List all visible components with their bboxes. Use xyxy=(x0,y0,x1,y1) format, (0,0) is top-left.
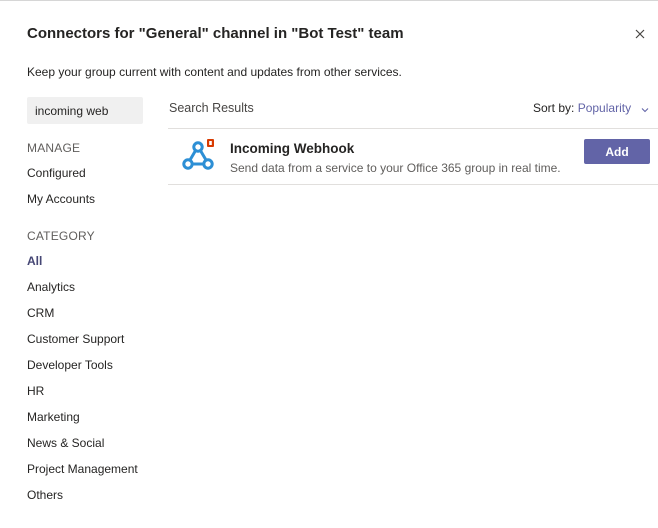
category-heading: CATEGORY xyxy=(27,229,95,243)
sort-value: Popularity xyxy=(577,101,632,115)
connectors-dialog: Connectors for "General" channel in "Bot… xyxy=(0,0,658,528)
sidebar-item-project-management[interactable]: Project Management xyxy=(27,462,138,476)
sidebar-item-hr[interactable]: HR xyxy=(27,384,44,398)
results-top-divider xyxy=(168,128,658,129)
sidebar-item-customer-support[interactable]: Customer Support xyxy=(27,332,124,346)
office-badge-icon xyxy=(207,139,214,147)
connector-title: Incoming Webhook xyxy=(230,141,355,156)
chevron-down-icon xyxy=(640,104,650,114)
dialog-subtitle: Keep your group current with content and… xyxy=(27,65,402,79)
search-results-label: Search Results xyxy=(169,101,254,115)
manage-heading: MANAGE xyxy=(27,141,81,155)
sidebar-item-analytics[interactable]: Analytics xyxy=(27,280,75,294)
close-icon[interactable] xyxy=(630,24,650,44)
sidebar-item-configured[interactable]: Configured xyxy=(27,166,86,180)
webhook-icon xyxy=(180,137,218,175)
dialog-title: Connectors for "General" channel in "Bot… xyxy=(27,25,404,42)
connector-description: Send data from a service to your Office … xyxy=(230,161,561,175)
sort-label: Sort by: xyxy=(533,101,575,115)
sidebar-item-my-accounts[interactable]: My Accounts xyxy=(27,192,95,206)
sidebar-item-news-social[interactable]: News & Social xyxy=(27,436,104,450)
sidebar-item-others[interactable]: Others xyxy=(27,488,63,502)
sidebar-item-all[interactable]: All xyxy=(27,254,42,268)
sort-dropdown[interactable]: Sort by: Popularity xyxy=(533,101,650,115)
add-button[interactable]: Add xyxy=(584,139,650,164)
sidebar-item-developer-tools[interactable]: Developer Tools xyxy=(27,358,113,372)
sidebar-item-crm[interactable]: CRM xyxy=(27,306,54,320)
search-input[interactable] xyxy=(27,97,143,124)
results-row-divider xyxy=(168,184,658,185)
sidebar-item-marketing[interactable]: Marketing xyxy=(27,410,80,424)
